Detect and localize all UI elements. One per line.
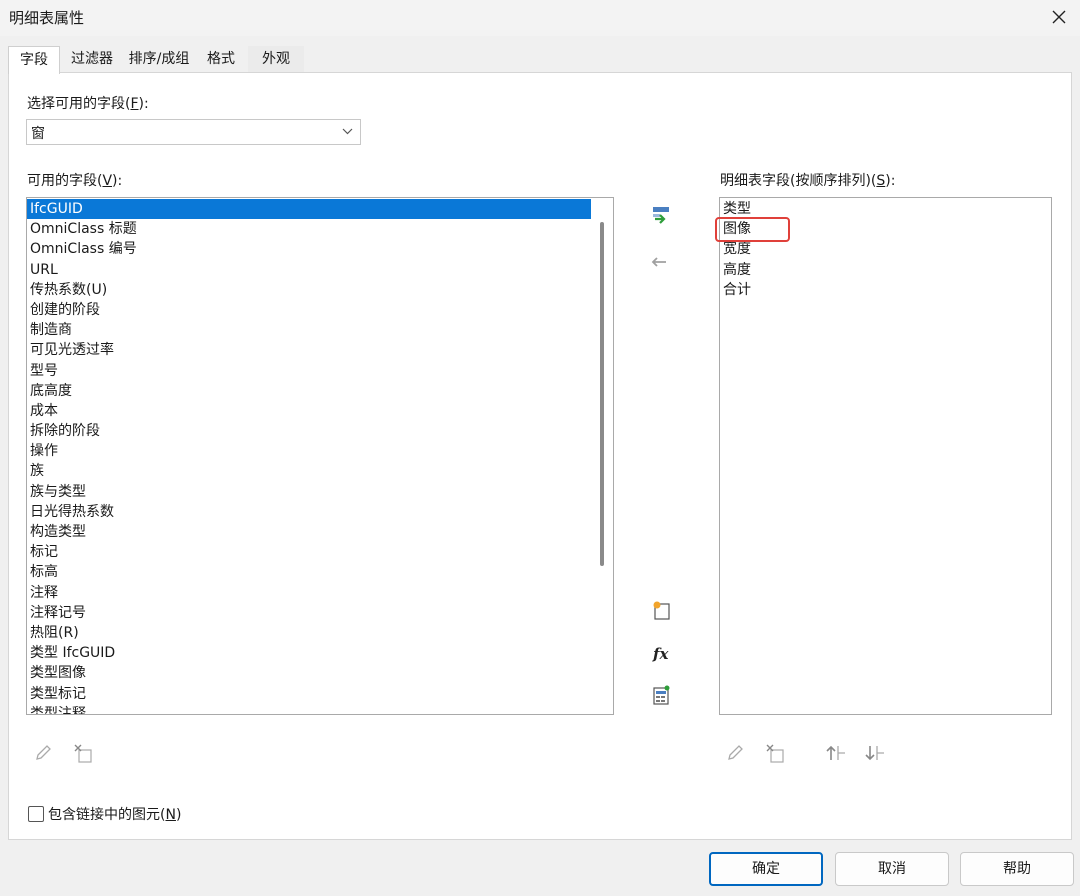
list-item[interactable]: 制造商 <box>27 320 592 340</box>
list-item[interactable]: 拆除的阶段 <box>27 421 592 441</box>
list-item[interactable]: 标记 <box>27 542 592 562</box>
edit-parameter-button[interactable] <box>30 740 56 766</box>
list-item[interactable]: 合计 <box>720 280 1050 300</box>
list-item[interactable]: OmniClass 标题 <box>27 219 592 239</box>
scheduled-fields-list[interactable]: 类型 图像 宽度 高度 合计 <box>719 197 1052 715</box>
combine-parameters-button[interactable] <box>648 682 674 708</box>
available-fields-scrollbar[interactable] <box>591 198 613 714</box>
remove-field-button[interactable] <box>646 249 672 275</box>
new-parameter-icon <box>653 601 670 620</box>
list-item[interactable]: 族 <box>27 461 592 481</box>
add-field-icon <box>653 207 669 224</box>
list-item[interactable]: 注释 <box>27 583 592 603</box>
ok-button[interactable]: 确定 <box>709 852 823 886</box>
list-item[interactable]: 类型图像 <box>27 663 592 683</box>
move-down-button[interactable] <box>862 740 888 766</box>
tab-appearance[interactable]: 外观 <box>248 46 304 72</box>
list-item[interactable]: 传热系数(U) <box>27 280 592 300</box>
close-icon <box>1052 10 1066 24</box>
include-links-checkbox[interactable] <box>28 806 44 822</box>
combine-parameters-icon <box>653 685 670 705</box>
calculated-value-button[interactable]: fx <box>648 640 674 666</box>
cancel-button[interactable]: 取消 <box>835 852 949 886</box>
list-item[interactable]: 标高 <box>27 562 592 582</box>
move-up-button[interactable] <box>823 740 849 766</box>
edit-field-button[interactable] <box>722 740 748 766</box>
list-item[interactable]: 日光得热系数 <box>27 502 592 522</box>
list-item[interactable]: 族与类型 <box>27 482 592 502</box>
list-item[interactable]: 型号 <box>27 361 592 381</box>
category-select[interactable]: 窗 <box>26 119 361 145</box>
include-links-label: 包含链接中的图元(N) <box>48 807 182 823</box>
available-fields-list[interactable]: IfcGUID OmniClass 标题 OmniClass 编号 URL 传热系数(U… <box>26 197 614 715</box>
list-item[interactable]: URL <box>27 260 592 280</box>
add-parameter-button[interactable] <box>648 597 674 623</box>
list-item[interactable]: 宽度 <box>720 239 1050 259</box>
available-fields-label: 可用的字段(V): <box>27 173 123 189</box>
delete-parameter-button[interactable] <box>70 740 96 766</box>
close-button[interactable] <box>1044 3 1074 31</box>
list-item[interactable]: 底高度 <box>27 381 592 401</box>
tab-formatting[interactable]: 格式 <box>198 46 244 72</box>
window-title: 明细表属性 <box>9 9 85 27</box>
add-field-button[interactable] <box>648 202 674 228</box>
tab-fields[interactable]: 字段 <box>8 46 60 74</box>
title-bar: 明细表属性 <box>0 0 1080 36</box>
delete-field-button[interactable] <box>762 740 788 766</box>
svg-text:fx: fx <box>652 645 669 663</box>
list-item[interactable]: 成本 <box>27 401 592 421</box>
arrow-left-icon <box>651 257 666 267</box>
select-fields-label: 选择可用的字段(F): <box>27 96 149 112</box>
category-select-value: 窗 <box>31 126 45 142</box>
list-item[interactable]: 类型注释 <box>27 704 592 714</box>
list-item[interactable]: 创建的阶段 <box>27 300 592 320</box>
list-item[interactable]: 注释记号 <box>27 603 592 623</box>
list-item[interactable]: 操作 <box>27 441 592 461</box>
tab-sorting-grouping[interactable]: 排序/成组 <box>122 46 196 72</box>
delete-parameter-icon <box>74 744 92 763</box>
highlight-annotation <box>715 217 790 242</box>
list-item[interactable]: 可见光透过率 <box>27 340 592 360</box>
move-up-icon <box>826 745 845 760</box>
list-item[interactable]: 类型 IfcGUID <box>27 643 592 663</box>
scroll-thumb[interactable] <box>600 222 604 566</box>
list-item[interactable]: IfcGUID <box>27 199 592 220</box>
list-item[interactable]: 高度 <box>720 260 1050 280</box>
pencil-icon <box>36 745 51 760</box>
list-item[interactable]: OmniClass 编号 <box>27 239 592 259</box>
chevron-down-icon <box>342 128 353 135</box>
delete-parameter-icon <box>766 744 784 763</box>
move-down-icon <box>865 746 884 761</box>
fx-icon: fx <box>652 645 669 663</box>
scheduled-fields-label: 明细表字段(按顺序排列)(S): <box>720 173 896 189</box>
list-item[interactable]: 构造类型 <box>27 522 592 542</box>
list-item[interactable]: 热阻(R) <box>27 623 592 643</box>
help-button[interactable]: 帮助 <box>960 852 1074 886</box>
list-item[interactable]: 类型标记 <box>27 684 592 704</box>
pencil-icon <box>728 745 743 760</box>
tab-filter[interactable]: 过滤器 <box>66 46 118 72</box>
